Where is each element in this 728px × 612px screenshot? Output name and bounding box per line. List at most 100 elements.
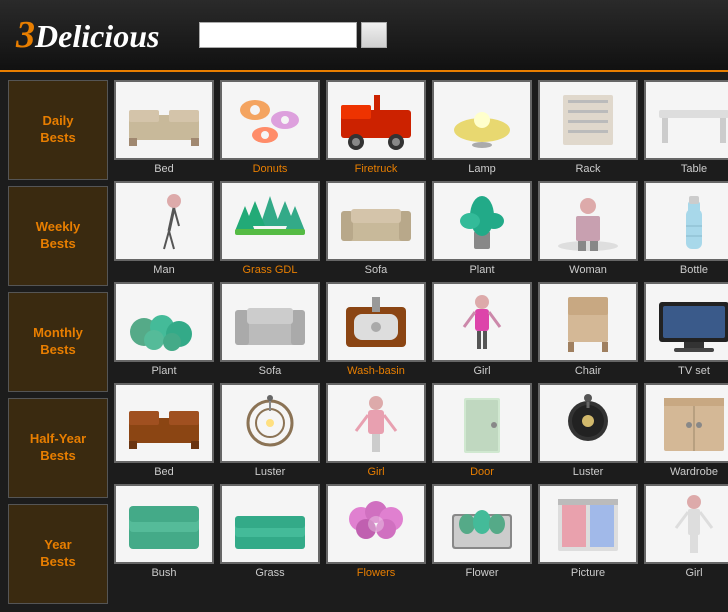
- thumb-box-wardrobe[interactable]: [644, 383, 728, 463]
- thumb-cell: Plant: [432, 181, 532, 276]
- thumb-box-plant2[interactable]: [114, 282, 214, 362]
- thumb-cell: Wash-basin: [326, 282, 426, 377]
- thumb-box-flower[interactable]: [432, 484, 532, 564]
- thumb-box-plant[interactable]: [432, 181, 532, 261]
- thumb-label: Luster: [255, 466, 286, 478]
- thumb-box-grass_gdl[interactable]: [220, 181, 320, 261]
- thumb-cell: Girl: [644, 484, 728, 579]
- thumb-box-flowers[interactable]: [326, 484, 426, 564]
- thumb-label: Table: [681, 163, 707, 175]
- thumb-label: Donuts: [253, 163, 288, 175]
- thumb-cell: Girl: [432, 282, 532, 377]
- logo-delicious: Delicious: [35, 18, 159, 54]
- thumb-cell: Sofa: [326, 181, 426, 276]
- thumb-cell: Grass: [220, 484, 320, 579]
- thumb-box-man[interactable]: [114, 181, 214, 261]
- thumb-box-table[interactable]: [644, 80, 728, 160]
- thumb-box-grass[interactable]: [220, 484, 320, 564]
- thumb-box-lamp[interactable]: [432, 80, 532, 160]
- thumb-label: Chair: [575, 365, 601, 377]
- grid-row-0: Bed Donuts Firetruck Lamp Rack Table: [114, 80, 728, 175]
- thumb-cell: Picture: [538, 484, 638, 579]
- nav-item-daily[interactable]: Daily Bests: [8, 80, 108, 180]
- search-button[interactable]: [361, 22, 387, 48]
- logo-3: 3: [16, 14, 35, 56]
- thumb-cell: Man: [114, 181, 214, 276]
- thumb-label: Bottle: [680, 264, 708, 276]
- thumb-label: Picture: [571, 567, 605, 579]
- thumb-box-luster2[interactable]: [538, 383, 638, 463]
- thumb-cell: Lamp: [432, 80, 532, 175]
- thumb-label: Firetruck: [355, 163, 398, 175]
- thumb-label: Grass GDL: [242, 264, 297, 276]
- thumb-label: Girl: [685, 567, 702, 579]
- thumb-box-bed[interactable]: [114, 80, 214, 160]
- thumb-cell: TV set: [644, 282, 728, 377]
- thumb-label: TV set: [678, 365, 710, 377]
- thumb-label: Woman: [569, 264, 607, 276]
- thumb-label: Lamp: [468, 163, 496, 175]
- grid-row-3: BedLusterGirlDoorLusterWardrobe: [114, 383, 728, 478]
- thumb-box-picture[interactable]: [538, 484, 638, 564]
- thumb-cell: Rack: [538, 80, 638, 175]
- thumb-label: Plant: [151, 365, 176, 377]
- thumb-label: Wash-basin: [347, 365, 405, 377]
- thumb-box-bottle[interactable]: [644, 181, 728, 261]
- thumb-box-bush[interactable]: [114, 484, 214, 564]
- thumb-box-door[interactable]: [432, 383, 532, 463]
- thumb-cell: Flower: [432, 484, 532, 579]
- search-input[interactable]: [210, 28, 350, 42]
- thumb-box-luster[interactable]: [220, 383, 320, 463]
- thumb-label: Bed: [154, 163, 174, 175]
- thumb-label: Door: [470, 466, 494, 478]
- thumb-label: Bush: [151, 567, 176, 579]
- search-area: [199, 22, 387, 48]
- nav-item-weekly[interactable]: Weekly Bests: [8, 186, 108, 286]
- thumb-label: Rack: [575, 163, 600, 175]
- thumb-label: Bed: [154, 466, 174, 478]
- thumb-cell: Bed: [114, 383, 214, 478]
- thumb-cell: Chair: [538, 282, 638, 377]
- thumb-box-chair[interactable]: [538, 282, 638, 362]
- thumb-cell: Door: [432, 383, 532, 478]
- search-box-wrapper: [199, 22, 357, 48]
- nav-item-halfyear[interactable]: Half-Year Bests: [8, 398, 108, 498]
- thumb-cell: Flowers: [326, 484, 426, 579]
- thumb-label: Plant: [469, 264, 494, 276]
- thumb-box-bed2[interactable]: [114, 383, 214, 463]
- header: 3Delicious: [0, 0, 728, 72]
- thumb-box-sofa2[interactable]: [220, 282, 320, 362]
- grid-area: Bed Donuts Firetruck Lamp Rack Table Man Grass …: [114, 80, 728, 604]
- thumb-cell: Bush: [114, 484, 214, 579]
- grid-row-4: Bush Grass Flowers Flower Picture Girl: [114, 484, 728, 579]
- thumb-label: Wardrobe: [670, 466, 718, 478]
- thumb-label: Flowers: [357, 567, 396, 579]
- thumb-box-girl[interactable]: [432, 282, 532, 362]
- thumb-box-sofa[interactable]: [326, 181, 426, 261]
- thumb-label: Sofa: [259, 365, 282, 377]
- logo: 3Delicious: [16, 13, 159, 57]
- thumb-label: Grass: [255, 567, 284, 579]
- thumb-box-donuts[interactable]: [220, 80, 320, 160]
- thumb-box-washbasin[interactable]: [326, 282, 426, 362]
- thumb-box-girl2[interactable]: [326, 383, 426, 463]
- thumb-box-girl3[interactable]: [644, 484, 728, 564]
- nav-item-monthly[interactable]: Monthly Bests: [8, 292, 108, 392]
- thumb-box-woman[interactable]: [538, 181, 638, 261]
- grid-row-2: Plant Sofa Wash-basin Girl Chair TV set: [114, 282, 728, 377]
- thumb-box-firetruck[interactable]: [326, 80, 426, 160]
- grid-row-1: Man Grass GDL Sofa Plant Woman Bottle: [114, 181, 728, 276]
- thumb-box-tvset[interactable]: [644, 282, 728, 362]
- thumb-cell: Bottle: [644, 181, 728, 276]
- main-content: Daily BestsWeekly BestsMonthly BestsHalf…: [0, 72, 728, 612]
- thumb-label: Girl: [367, 466, 384, 478]
- thumb-box-rack[interactable]: [538, 80, 638, 160]
- thumb-cell: Luster: [220, 383, 320, 478]
- thumb-label: Man: [153, 264, 174, 276]
- thumb-cell: Table: [644, 80, 728, 175]
- thumb-cell: Woman: [538, 181, 638, 276]
- nav-item-year[interactable]: Year Bests: [8, 504, 108, 604]
- thumb-cell: Firetruck: [326, 80, 426, 175]
- thumb-cell: Girl: [326, 383, 426, 478]
- thumb-label: Girl: [473, 365, 490, 377]
